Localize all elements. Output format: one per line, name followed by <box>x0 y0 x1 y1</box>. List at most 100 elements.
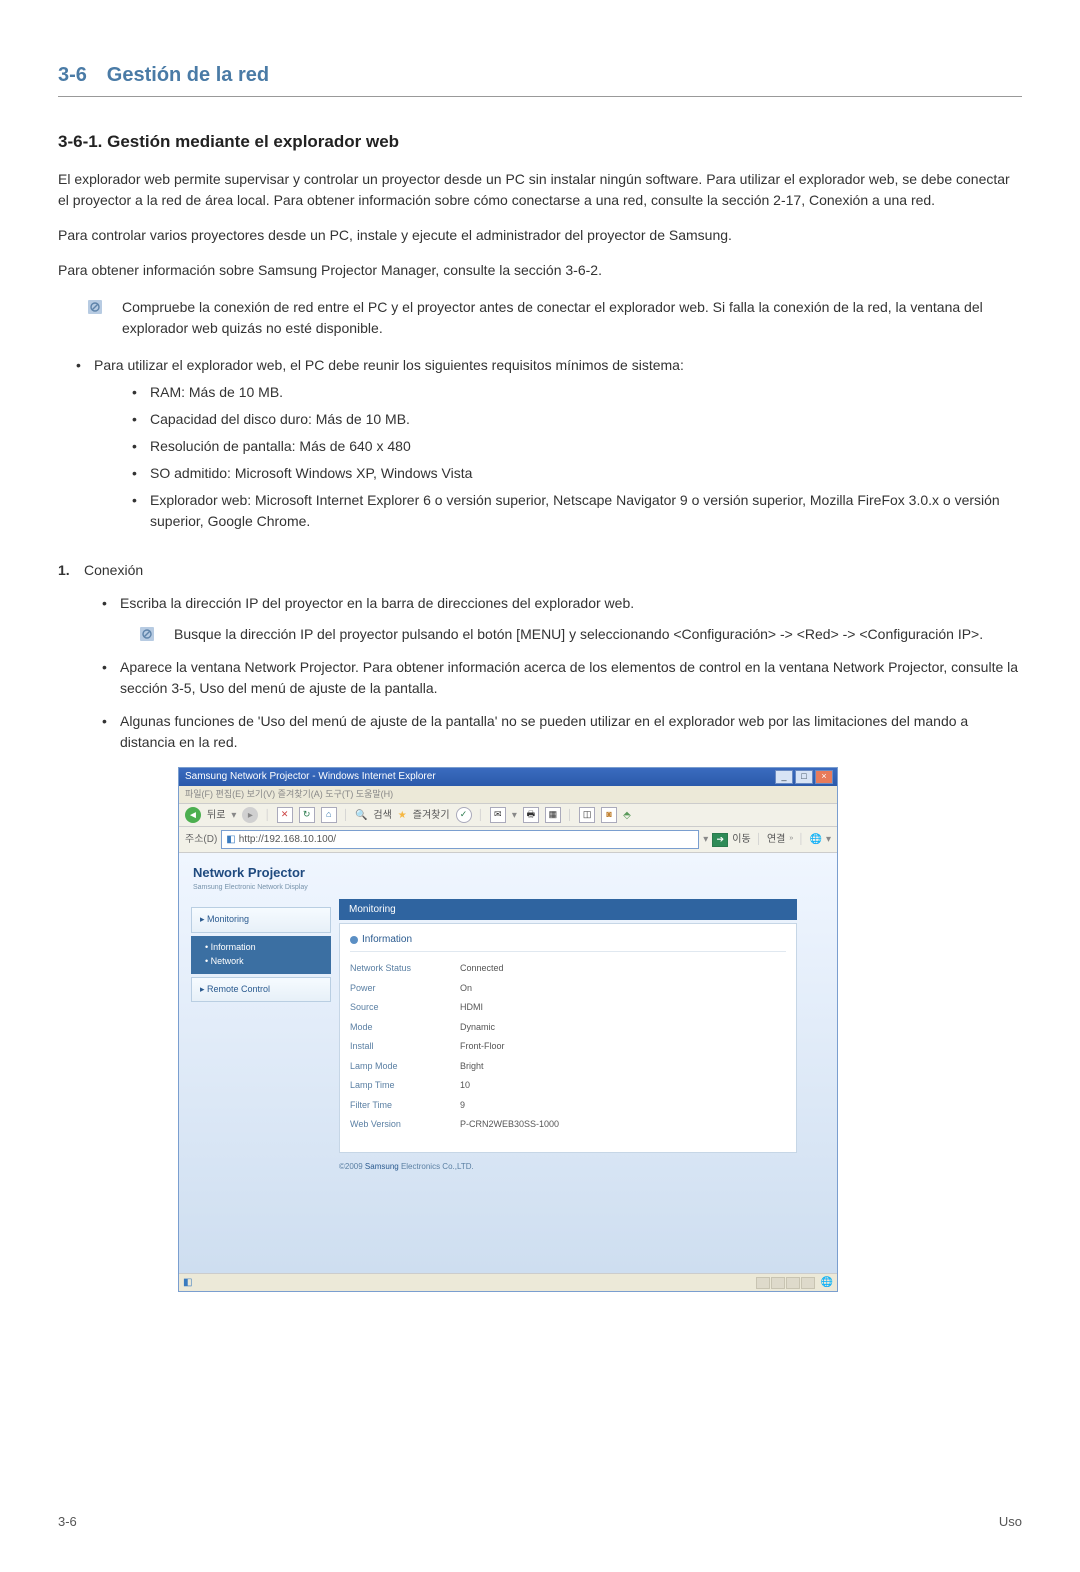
req-item: Resolución de pantalla: Más de 640 x 480 <box>128 436 1022 457</box>
status-bar: ◧ 🌐 <box>179 1273 837 1291</box>
favorites-label: 즐겨찾기 <box>413 808 450 823</box>
info-label: Filter Time <box>350 1099 460 1113</box>
history-button[interactable]: ✓ <box>456 807 472 823</box>
info-box: Information Network StatusConnected Powe… <box>339 923 797 1153</box>
mail-button[interactable]: ✉ <box>490 807 506 823</box>
window-titlebar: Samsung Network Projector - Windows Inte… <box>179 768 837 786</box>
inner-note: Busque la dirección IP del proyector pul… <box>140 624 1022 645</box>
sidebar-item-monitoring[interactable]: ▸ Monitoring <box>191 907 331 933</box>
step-sub-item: Escriba la dirección IP del proyector en… <box>98 593 1022 645</box>
np-main: Monitoring Information Network StatusCon… <box>339 899 797 1273</box>
table-row: InstallFront-Floor <box>350 1040 786 1054</box>
info-label: Install <box>350 1040 460 1054</box>
sidebar-item-remote[interactable]: ▸ Remote Control <box>191 977 331 1003</box>
sidebar-label: Information <box>211 942 256 952</box>
page-footer: 3-6 Uso <box>58 1512 1022 1532</box>
info-value: Bright <box>460 1060 484 1074</box>
paragraph-2: Para controlar varios proyectores desde … <box>58 225 1022 246</box>
tool-button-3[interactable]: ⬘ <box>623 808 631 823</box>
step-title: Conexión <box>84 562 143 578</box>
browser-window: Samsung Network Projector - Windows Inte… <box>178 767 838 1293</box>
note-icon <box>88 300 108 314</box>
step-1: 1. Conexión Escriba la dirección IP del … <box>58 560 1022 753</box>
refresh-button[interactable]: ↻ <box>299 807 315 823</box>
req-item: Capacidad del disco duro: Más de 10 MB. <box>128 409 1022 430</box>
np-subtitle: Samsung Electronic Network Display <box>193 883 308 894</box>
info-label: Source <box>350 1001 460 1015</box>
info-value: HDMI <box>460 1001 483 1015</box>
address-value: http://192.168.10.100/ <box>239 832 336 847</box>
copyright-link[interactable]: Samsung <box>365 1162 399 1171</box>
maximize-button[interactable]: □ <box>795 770 813 784</box>
subsection-title: 3-6-1. Gestión mediante el explorador we… <box>58 129 1022 155</box>
note-icon <box>140 627 160 641</box>
table-row: Web VersionP-CRN2WEB30SS-1000 <box>350 1118 786 1132</box>
tool-button[interactable]: ◫ <box>579 807 595 823</box>
info-label: Power <box>350 982 460 996</box>
steps-list: 1. Conexión Escriba la dirección IP del … <box>58 560 1022 753</box>
np-sidebar: ▸ Monitoring • Information • Network ▸ R… <box>191 907 331 1273</box>
info-label: Lamp Time <box>350 1079 460 1093</box>
info-label: Network Status <box>350 962 460 976</box>
browser-toolbar: ◄ 뒤로 ▾ ▸ │ ✕ ↻ ⌂ │ 🔍 검색 ★ 즐겨찾기 ✓ │ ✉ ▾ 🖶… <box>179 804 837 827</box>
copyright-pre: ©2009 <box>339 1162 365 1171</box>
info-value: Connected <box>460 962 504 976</box>
address-input[interactable]: ◧ http://192.168.10.100/ <box>221 830 699 849</box>
section-header: 3-6 Gestión de la red <box>58 60 1022 97</box>
info-value: P-CRN2WEB30SS-1000 <box>460 1118 559 1132</box>
requirements-list: Para utilizar el explorador web, el PC d… <box>70 355 1022 532</box>
back-button[interactable]: ◄ <box>185 807 201 823</box>
table-row: Filter Time9 <box>350 1099 786 1113</box>
address-label: 주소(D) <box>185 832 217 847</box>
sidebar-subgroup: • Information • Network <box>191 936 331 974</box>
info-label: Mode <box>350 1021 460 1035</box>
copyright-post: Electronics Co.,LTD. <box>399 1162 474 1171</box>
edit-button[interactable]: ▦ <box>545 807 561 823</box>
section-title: Gestión de la red <box>107 64 269 86</box>
note-block: Compruebe la conexión de red entre el PC… <box>88 297 1022 339</box>
sidebar-label: Monitoring <box>207 914 249 924</box>
close-button[interactable]: × <box>815 770 833 784</box>
go-label: 이동 <box>732 832 750 847</box>
info-value: On <box>460 982 472 996</box>
step-sub-text: Escriba la dirección IP del proyector en… <box>120 595 634 611</box>
favorites-icon[interactable]: ★ <box>398 808 407 823</box>
sidebar-item-information[interactable]: • Information <box>205 941 323 955</box>
table-row: ModeDynamic <box>350 1021 786 1035</box>
note-text: Compruebe la conexión de red entre el PC… <box>122 297 1012 339</box>
sidebar-label: Network <box>211 956 244 966</box>
paragraph-1: El explorador web permite supervisar y c… <box>58 169 1022 211</box>
minimize-button[interactable]: _ <box>775 770 793 784</box>
ie-status-icon: ◧ <box>183 1275 192 1290</box>
internet-zone-icon: 🌐 <box>821 1275 833 1290</box>
paragraph-3: Para obtener información sobre Samsung P… <box>58 260 1022 281</box>
table-row: Lamp Time10 <box>350 1079 786 1093</box>
stop-button[interactable]: ✕ <box>277 807 293 823</box>
window-title: Samsung Network Projector - Windows Inte… <box>185 769 436 784</box>
search-icon[interactable]: 🔍 <box>355 808 367 823</box>
step-sub-item: Algunas funciones de 'Uso del menú de aj… <box>98 711 1022 753</box>
inner-note-text: Busque la dirección IP del proyector pul… <box>174 624 983 645</box>
back-label: 뒤로 <box>207 808 225 823</box>
sidebar-item-network[interactable]: • Network <box>205 955 323 969</box>
footer-left: 3-6 <box>58 1512 77 1532</box>
info-value: 10 <box>460 1079 470 1093</box>
info-value: Front-Floor <box>460 1040 505 1054</box>
page-content: Network Projector Samsung Electronic Net… <box>179 853 837 1273</box>
go-button[interactable]: ➔ <box>712 833 728 847</box>
links-label[interactable]: 연결 <box>767 832 785 847</box>
tool-button-2[interactable]: ◙ <box>601 807 617 823</box>
forward-button[interactable]: ▸ <box>242 807 258 823</box>
req-item: RAM: Más de 10 MB. <box>128 382 1022 403</box>
footer-right: Uso <box>999 1512 1022 1532</box>
browser-menubar[interactable]: 파일(F) 편집(E) 보기(V) 즐겨찾기(A) 도구(T) 도움말(H) <box>179 786 837 805</box>
info-value: Dynamic <box>460 1021 495 1035</box>
info-header-text: Information <box>362 932 412 947</box>
np-title: Network Projector <box>193 863 308 883</box>
home-button[interactable]: ⌂ <box>321 807 337 823</box>
print-button[interactable]: 🖶 <box>523 807 539 823</box>
ie-page-icon: ◧ <box>226 832 235 847</box>
plugin-icon[interactable]: 🌐 <box>810 832 822 847</box>
info-value: 9 <box>460 1099 465 1113</box>
step-sub-item: Aparece la ventana Network Projector. Pa… <box>98 657 1022 699</box>
